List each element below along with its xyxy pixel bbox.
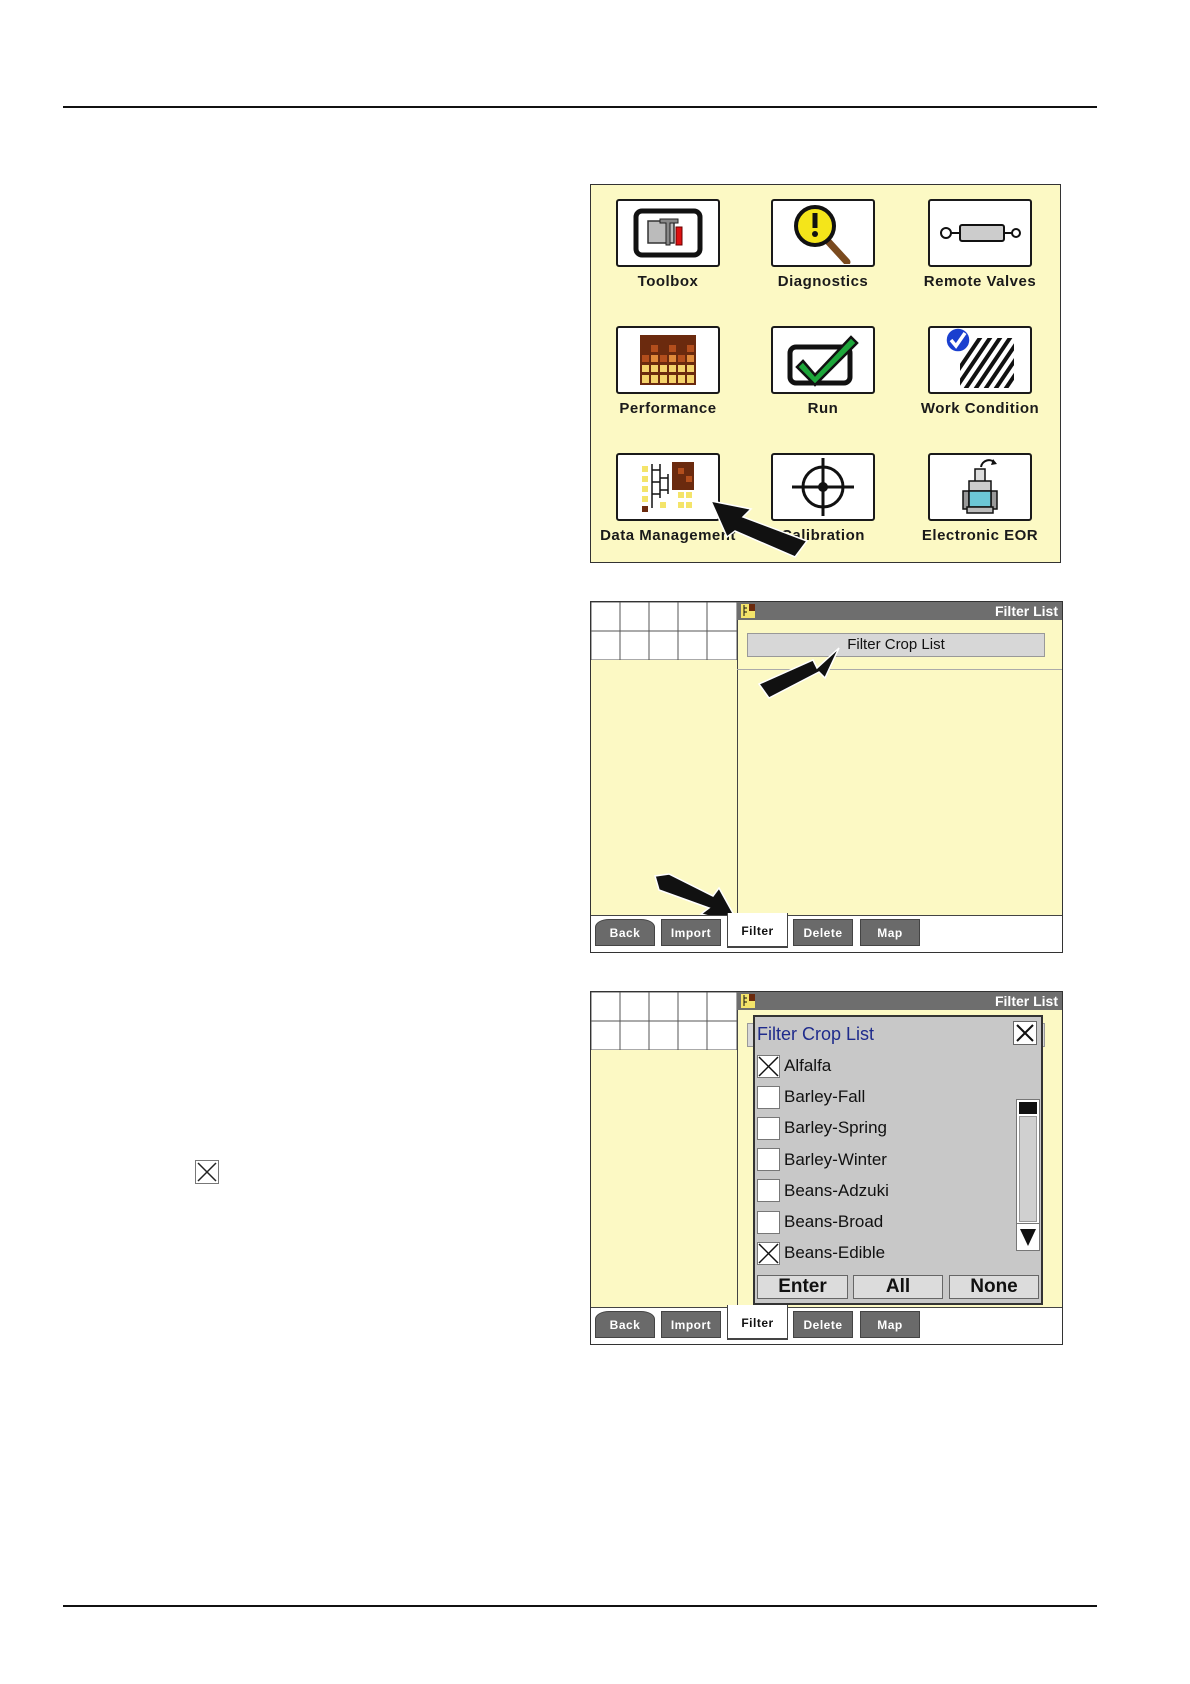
- scroll-track[interactable]: [1019, 1116, 1037, 1222]
- pointer-arrow-icon: [709, 499, 809, 558]
- performance-icon: [640, 335, 696, 385]
- tile-diagnostics[interactable]: Diagnostics: [746, 199, 900, 290]
- scroll-thumb[interactable]: [1019, 1102, 1037, 1114]
- electronic-eor-icon: [962, 459, 998, 514]
- tile-label: Performance: [619, 400, 717, 417]
- filter-softkey[interactable]: Filter: [727, 913, 788, 948]
- checked-checkbox-symbol: [195, 1160, 219, 1184]
- remote-valves-icon: [940, 224, 1021, 242]
- tile-label: Toolbox: [637, 273, 699, 290]
- map-softkey[interactable]: Map: [860, 919, 920, 946]
- enter-button[interactable]: Enter: [757, 1275, 848, 1299]
- checkbox-unchecked[interactable]: [757, 1148, 780, 1172]
- header-rule: [63, 106, 1097, 108]
- import-softkey[interactable]: Import: [661, 919, 721, 946]
- mini-grid: [591, 992, 737, 1050]
- softkey-bar: Back Import Filter Delete Map: [591, 913, 1062, 952]
- tile-remote-valves[interactable]: Remote Valves: [903, 199, 1057, 290]
- delete-softkey[interactable]: Delete: [793, 1311, 853, 1338]
- tile-label: Run: [807, 400, 839, 417]
- work-condition-icon: [945, 328, 1014, 388]
- filter-crop-dialog: Filter Crop List Alfalfa Barley-Fall Barle…: [753, 1015, 1043, 1305]
- close-icon: [1016, 1024, 1034, 1042]
- checkbox-unchecked[interactable]: [757, 1085, 780, 1109]
- crop-list-item[interactable]: Barley-Spring: [757, 1114, 887, 1142]
- filter-softkey[interactable]: Filter: [727, 1305, 788, 1340]
- checkbox-unchecked[interactable]: [757, 1179, 780, 1203]
- crop-name: Beans-Adzuki: [784, 1180, 889, 1200]
- filter-list-screen: Filter List Filter Crop List Back Import…: [590, 601, 1063, 953]
- delete-softkey[interactable]: Delete: [793, 919, 853, 946]
- home-menu-screen: Toolbox Diagnostics Remote Valves Perfor…: [590, 184, 1061, 563]
- tile-label: Electronic EOR: [921, 527, 1039, 544]
- crop-name: Alfalfa: [784, 1056, 832, 1075]
- map-softkey[interactable]: Map: [860, 1311, 920, 1338]
- footer-rule: [63, 1605, 1097, 1607]
- check-x-icon: [758, 1055, 779, 1077]
- dialog-title: Filter Crop List: [757, 1024, 875, 1044]
- crop-list-item[interactable]: Beans-Adzuki: [757, 1177, 889, 1205]
- crop-list-item[interactable]: Barley-Winter: [757, 1146, 887, 1174]
- crop-list-item[interactable]: Barley-Fall: [757, 1083, 865, 1111]
- title-bar: Filter List: [737, 602, 1062, 620]
- diagnostics-icon: [794, 205, 851, 264]
- checkbox-unchecked[interactable]: [757, 1210, 780, 1234]
- pointer-arrow-icon: [757, 647, 840, 699]
- softkey-bar: Back Import Filter Delete Map: [591, 1305, 1062, 1344]
- mini-grid: [591, 602, 737, 660]
- tile-performance[interactable]: Performance: [591, 326, 745, 417]
- back-softkey[interactable]: Back: [595, 1311, 655, 1338]
- tile-label: Work Condition: [920, 400, 1040, 417]
- data-management-icon: [640, 460, 696, 514]
- checkbox-checked[interactable]: [757, 1054, 780, 1078]
- toolbox-icon: [633, 208, 703, 258]
- title-text: Filter List: [994, 603, 1058, 619]
- crop-name: Barley-Spring: [784, 1118, 887, 1138]
- import-softkey[interactable]: Import: [661, 1311, 721, 1338]
- scrollbar[interactable]: [1016, 1099, 1040, 1251]
- crop-list-item[interactable]: Beans-Edible: [757, 1239, 885, 1267]
- tile-toolbox[interactable]: Toolbox: [591, 199, 745, 290]
- crop-name: Beans-Edible: [784, 1243, 886, 1263]
- data-management-small-icon: [741, 604, 755, 618]
- crop-list-item[interactable]: Beans-Broad: [757, 1208, 883, 1236]
- check-x-icon: [758, 1243, 779, 1264]
- tile-electronic-eor[interactable]: Electronic EOR: [903, 453, 1057, 544]
- scroll-down-button[interactable]: [1017, 1223, 1039, 1250]
- close-button[interactable]: [1013, 1021, 1037, 1045]
- crop-name: Barley-Fall: [784, 1087, 866, 1107]
- arrow-down-icon: [1020, 1229, 1036, 1246]
- tile-run[interactable]: Run: [746, 326, 900, 417]
- crop-name: Barley-Winter: [784, 1149, 887, 1169]
- tile-label: Remote Valves: [923, 273, 1037, 290]
- run-icon: [787, 335, 859, 387]
- crop-name: Beans-Broad: [784, 1212, 884, 1231]
- title-text: Filter List: [994, 993, 1058, 1009]
- checkbox-checked[interactable]: [757, 1241, 780, 1265]
- crop-list-item[interactable]: Alfalfa: [757, 1052, 831, 1080]
- none-button[interactable]: None: [949, 1275, 1039, 1299]
- tile-label: Diagnostics: [777, 273, 869, 290]
- tile-work-condition[interactable]: Work Condition: [903, 326, 1057, 417]
- title-bar: Filter List: [737, 992, 1062, 1010]
- data-management-small-icon: [741, 994, 755, 1008]
- back-softkey[interactable]: Back: [595, 919, 655, 946]
- all-button[interactable]: All: [853, 1275, 943, 1299]
- filter-crop-dialog-screen: Filter List Filter Crop List Alfalfa Barl…: [590, 991, 1063, 1345]
- checkbox-unchecked[interactable]: [757, 1116, 780, 1140]
